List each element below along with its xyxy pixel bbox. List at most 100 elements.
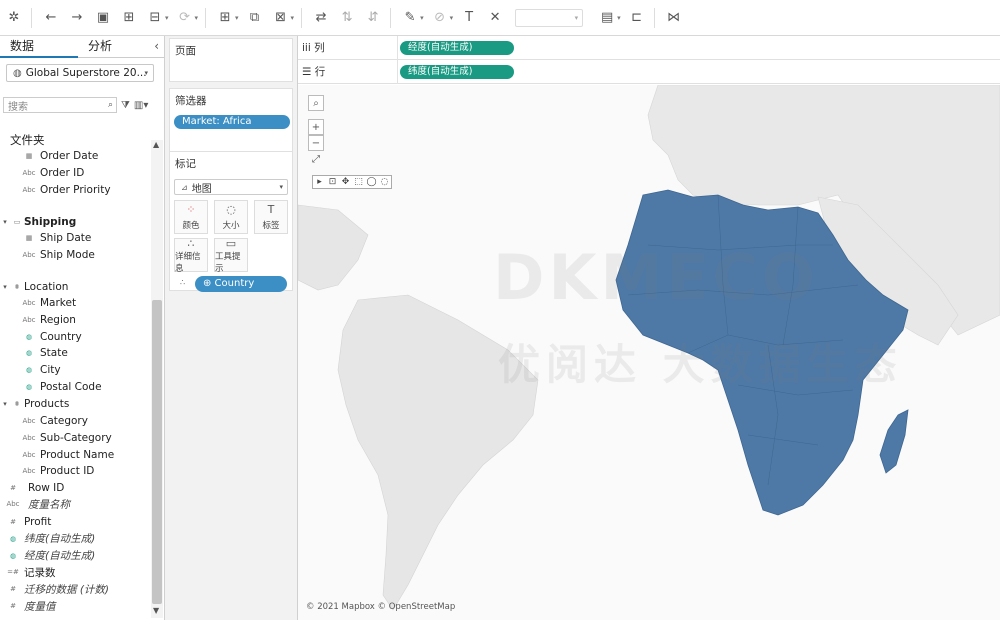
datasource-icon: ◍: [13, 67, 22, 79]
group-icon[interactable]: ⊘: [428, 6, 452, 30]
filter-icon[interactable]: ⧩: [121, 100, 130, 111]
show-cards-icon[interactable]: ▤: [595, 6, 619, 30]
expand-caret-icon[interactable]: ▾: [0, 283, 10, 291]
caret-icon[interactable]: ▾: [291, 14, 295, 22]
scroll-down-icon[interactable]: ▼: [153, 606, 159, 615]
field-item[interactable]: Abc Order ID: [22, 165, 84, 181]
columns-pill-longitude[interactable]: 经度(自动生成): [400, 40, 514, 55]
field-item[interactable]: Abc Category: [22, 413, 88, 429]
marks-button-size[interactable]: ◌ 大小: [214, 200, 248, 234]
tab-analysis[interactable]: 分析: [78, 36, 156, 58]
redo-icon[interactable]: →: [65, 6, 89, 30]
scrollbar-thumb[interactable]: [152, 300, 162, 604]
field-item[interactable]: ▦ Ship Date: [22, 230, 92, 246]
sort-asc-icon[interactable]: ⇅: [335, 6, 359, 30]
datasource-selector[interactable]: ◍ Global Superstore 20... ▾: [6, 64, 154, 82]
rect-select-icon[interactable]: ⬚: [352, 176, 365, 188]
field-item[interactable]: Abc Product ID: [22, 463, 94, 479]
field-label: Order Priority: [40, 184, 111, 196]
field-item[interactable]: ◍ 纬度(自动生成): [6, 531, 95, 547]
zoom-in-icon[interactable]: +: [308, 119, 324, 135]
undo-icon[interactable]: ←: [39, 6, 63, 30]
toolbar-separator: [31, 7, 32, 28]
marks-button-detail[interactable]: ∴ 详细信息: [174, 237, 208, 274]
lasso-select-icon[interactable]: ◌: [378, 176, 391, 188]
map-view[interactable]: DKMECO 优阅达 大数据生态 ⌕ + − ⤢ ▸ ⊡ ✥ ⬚ ◯ ◌ © 2…: [298, 85, 1000, 620]
marks-button-tooltip[interactable]: ▭ 工具提示: [214, 237, 248, 274]
map-search-icon[interactable]: ⌕: [308, 95, 324, 111]
caret-icon[interactable]: ▾: [450, 14, 454, 22]
field-item[interactable]: # Profit: [6, 514, 51, 530]
pan-icon[interactable]: ✥: [339, 176, 352, 188]
field-item[interactable]: ◍ 经度(自动生成): [6, 548, 95, 564]
fix-axes-icon[interactable]: ✕: [483, 6, 507, 30]
field-row-id[interactable]: # Row ID: [6, 480, 64, 496]
field-item[interactable]: Abc Ship Mode: [22, 247, 94, 263]
share-icon[interactable]: ⋈: [662, 6, 686, 30]
detail-pill-country[interactable]: ⊕ Country: [195, 276, 287, 292]
marks-button-label[interactable]: T 标签: [254, 200, 288, 234]
data-scrollbar[interactable]: ▲ ▼: [151, 140, 163, 618]
marks-type-dropdown[interactable]: ⊿ 地图 ▾: [174, 179, 288, 195]
expand-caret-icon[interactable]: ▾: [0, 400, 10, 408]
field-item[interactable]: ◍ City: [22, 362, 61, 378]
tab-data[interactable]: 数据: [0, 36, 78, 58]
pages-card[interactable]: 页面: [169, 38, 293, 82]
marks-button-color[interactable]: ⁘ 颜色: [174, 200, 208, 234]
marks-title: 标记: [175, 158, 196, 170]
save-icon[interactable]: ▣: [91, 6, 115, 30]
filter-pill-market[interactable]: Market: Africa: [174, 115, 290, 129]
folder-row[interactable]: 文件夹: [10, 132, 45, 148]
group-products[interactable]: ▾ ⩩ Products: [0, 396, 69, 412]
label-icon[interactable]: T: [457, 6, 481, 30]
zoom-area-icon[interactable]: ⊡: [326, 176, 339, 188]
calendar-icon: ▦: [25, 152, 33, 160]
field-item[interactable]: =# 记录数: [6, 564, 55, 580]
field-measure-names[interactable]: Abc 度量名称: [6, 496, 70, 512]
abc-icon: Abc: [22, 433, 36, 442]
play-icon[interactable]: ▸: [313, 176, 326, 188]
highlight-icon[interactable]: ✎: [398, 6, 422, 30]
field-item[interactable]: ▦ Order Date: [22, 148, 99, 164]
pause-updates-icon[interactable]: ⊟: [143, 6, 167, 30]
refresh-icon[interactable]: ⟳: [173, 6, 197, 30]
presentation-icon[interactable]: ⊏: [625, 6, 649, 30]
caret-icon[interactable]: ▾: [617, 14, 621, 22]
group-location[interactable]: ▾ ⩩ Location: [0, 279, 68, 295]
field-item[interactable]: Abc Order Priority: [22, 182, 111, 198]
fit-dropdown[interactable]: ▾: [515, 8, 584, 27]
field-item[interactable]: Abc Sub-Category: [22, 430, 111, 446]
rows-shelf[interactable]: ☰ 行 纬度(自动生成): [298, 59, 1000, 84]
field-item[interactable]: ◍ State: [22, 345, 68, 361]
radial-select-icon[interactable]: ◯: [365, 176, 378, 188]
new-worksheet-icon[interactable]: ⊞: [213, 6, 237, 30]
search-input[interactable]: 搜索 ⌕: [3, 97, 117, 113]
columns-shelf[interactable]: iii 列 经度(自动生成): [298, 35, 1000, 60]
zoom-out-icon[interactable]: −: [308, 135, 324, 151]
reset-map-icon[interactable]: ⤢: [308, 151, 324, 167]
field-item[interactable]: # 度量值: [6, 598, 55, 614]
field-item[interactable]: Abc Market: [22, 295, 76, 311]
scroll-up-icon[interactable]: ▲: [153, 140, 159, 149]
field-item[interactable]: Abc Region: [22, 312, 76, 328]
field-item[interactable]: ◍ Postal Code: [22, 379, 102, 395]
duplicate-icon[interactable]: ⧉: [243, 6, 267, 30]
new-datasource-icon[interactable]: ⊞: [117, 6, 141, 30]
field-item[interactable]: Abc Product Name: [22, 447, 114, 463]
field-item[interactable]: ◍ Country: [22, 329, 82, 345]
caret-icon[interactable]: ▾: [420, 14, 424, 22]
sort-desc-icon[interactable]: ⇵: [361, 6, 385, 30]
caret-icon[interactable]: ▾: [235, 14, 239, 22]
caret-icon[interactable]: ▾: [165, 14, 169, 22]
group-shipping[interactable]: ▾ ▭ Shipping: [0, 214, 76, 230]
tableau-logo-icon[interactable]: ✲: [2, 6, 26, 30]
swap-icon[interactable]: ⇄: [309, 6, 333, 30]
expand-caret-icon[interactable]: ▾: [0, 218, 10, 226]
globe-icon: ◍: [25, 332, 33, 341]
rows-pill-latitude[interactable]: 纬度(自动生成): [400, 64, 514, 79]
view-options-icon[interactable]: ▥▾: [134, 100, 148, 111]
caret-icon[interactable]: ▾: [195, 14, 199, 22]
clear-sheet-icon[interactable]: ⊠: [269, 6, 293, 30]
collapse-pane-icon[interactable]: ‹: [154, 39, 159, 53]
field-item[interactable]: # 迁移的数据 (计数): [6, 581, 109, 597]
